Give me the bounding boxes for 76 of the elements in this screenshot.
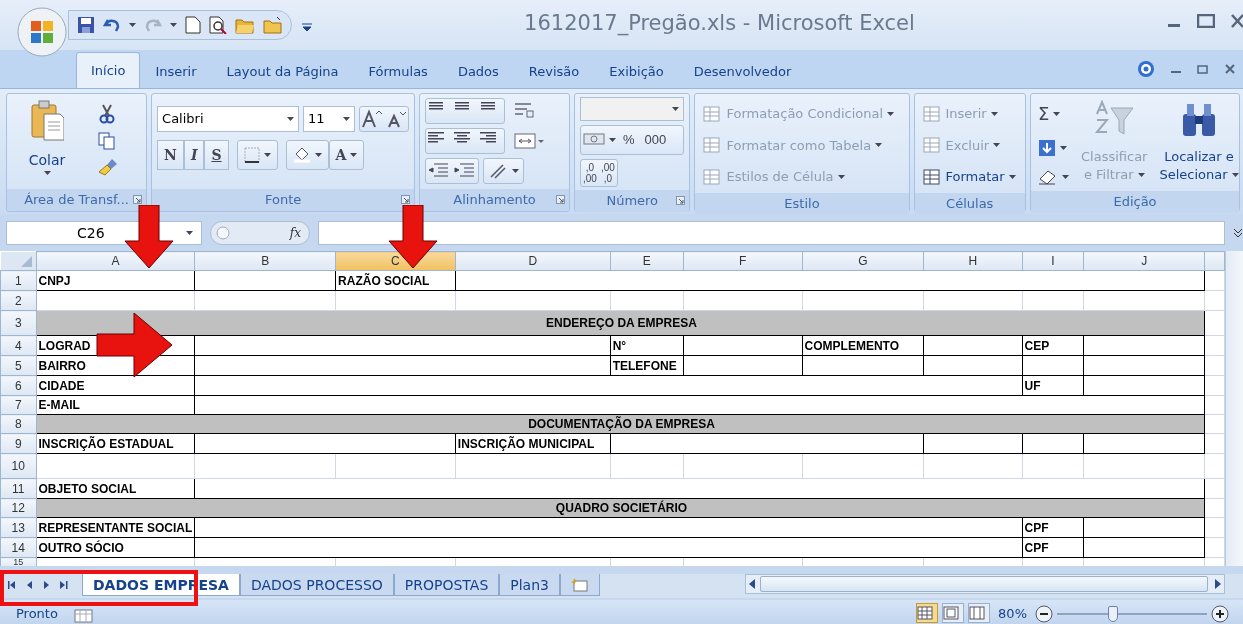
group-label: Células (946, 195, 994, 211)
ribbon-tab[interactable]: Inserir (140, 53, 212, 88)
row-header[interactable]: 10 (0, 453, 36, 479)
field-label: OBJETO SOCIAL (36, 478, 195, 499)
row-header[interactable]: 4 (0, 335, 36, 356)
field-label: UF (1022, 375, 1084, 396)
section-heading: QUADRO SOCIETÁRIO (554, 499, 689, 517)
field-label: REPRESENTANTE SOCIAL (36, 517, 195, 538)
font-size-field[interactable]: 11 (303, 106, 356, 132)
ribbon-tab[interactable]: Exibição (594, 53, 679, 88)
function-label[interactable]: fx (289, 224, 301, 242)
row-header[interactable]: 1 (0, 270, 36, 291)
column-header[interactable]: F (683, 251, 803, 271)
field-label: CPF (1022, 537, 1084, 558)
field-label: INSCRIÇÃO ESTADUAL (36, 433, 195, 454)
ribbon-tab[interactable]: Início (76, 52, 141, 88)
field-label: CPF (1022, 517, 1084, 538)
field-label: INSCRIÇÃO MUNICIPAL (455, 433, 611, 454)
column-header[interactable]: B (194, 251, 336, 271)
format-button[interactable]: N (157, 140, 184, 170)
format-button[interactable]: 000 (639, 128, 672, 152)
sheet-tab[interactable]: DADOS PROCESSO (239, 574, 394, 596)
format-button[interactable]: I (183, 140, 205, 170)
row-header[interactable]: 11 (0, 478, 36, 499)
group-label: Fonte (264, 192, 302, 207)
ribbon-tab[interactable]: Revisão (513, 53, 595, 88)
field-label: E-MAIL (36, 395, 195, 415)
field-label: N° (610, 335, 684, 356)
window-title: 1612017_Pregão.xls - Microsoft Excel (523, 10, 916, 38)
row-header[interactable]: 14 (0, 537, 36, 558)
row-header[interactable]: 6 (0, 375, 36, 396)
ribbon-tab[interactable]: Layout da Página (211, 53, 354, 88)
zoom-level[interactable]: 80% (998, 603, 1027, 623)
sheet-tab[interactable]: Plan3 (499, 574, 560, 596)
field-label: COMPLEMENTO (802, 335, 924, 356)
format-button[interactable]: S (204, 140, 229, 170)
group-label: Área de Transf... (24, 192, 129, 207)
row-header[interactable]: 13 (0, 517, 36, 538)
field-label: RAZÃO SOCIAL (335, 270, 456, 291)
field-label: CEP (1022, 335, 1084, 356)
font-name-field[interactable]: Calibri (157, 106, 300, 132)
font-color-button[interactable]: A (328, 140, 365, 170)
group-label: Estilo (784, 195, 820, 211)
field-label: CIDADE (36, 375, 195, 396)
autosum-button[interactable]: Σ (1036, 98, 1071, 129)
field-label: OUTRO SÓCIO (36, 537, 195, 558)
ribbon-tab[interactable]: Dados (442, 53, 514, 88)
column-header[interactable]: J (1083, 251, 1205, 271)
row-header[interactable]: 15 (0, 557, 36, 566)
group-label: Edição (1113, 194, 1157, 209)
row-header[interactable]: 2 (0, 290, 36, 311)
ribbon-tab[interactable]: Fórmulas (353, 53, 443, 88)
column-header[interactable]: G (802, 251, 924, 271)
ribbon-command[interactable]: Localizar e Selecionar (1157, 98, 1241, 187)
decimal-button[interactable]: ,00 ,0 (598, 160, 617, 186)
column-header[interactable]: H (923, 251, 1023, 271)
group-label: Alinhamento (453, 192, 536, 207)
ribbon-tab[interactable]: Desenvolvedor (678, 53, 807, 88)
row-header[interactable]: 5 (0, 355, 36, 376)
sheet-tab[interactable]: PROPOSTAS (393, 574, 500, 596)
group-label: Número (606, 193, 659, 208)
section-heading: ENDEREÇO DA EMPRESA (545, 315, 698, 332)
decimal-button[interactable]: ,0 ,00 (581, 160, 599, 186)
column-header[interactable]: A (36, 251, 195, 271)
section-heading: DOCUMENTAÇÃO DA EMPRESA (527, 415, 716, 433)
field-label: CNPJ (36, 270, 195, 291)
field-label: TELEFONE (610, 355, 684, 376)
column-header[interactable]: I (1022, 251, 1084, 271)
format-button[interactable]: % (618, 128, 640, 152)
row-header[interactable]: 9 (0, 433, 36, 454)
row-header[interactable]: 3 (0, 310, 36, 336)
column-header[interactable]: E (610, 251, 684, 271)
status-text: Pronto (16, 604, 58, 623)
paste-button[interactable]: Colar (12, 98, 82, 185)
column-header[interactable]: D (455, 251, 611, 271)
ribbon-command[interactable]: Formatar (919, 165, 1020, 189)
